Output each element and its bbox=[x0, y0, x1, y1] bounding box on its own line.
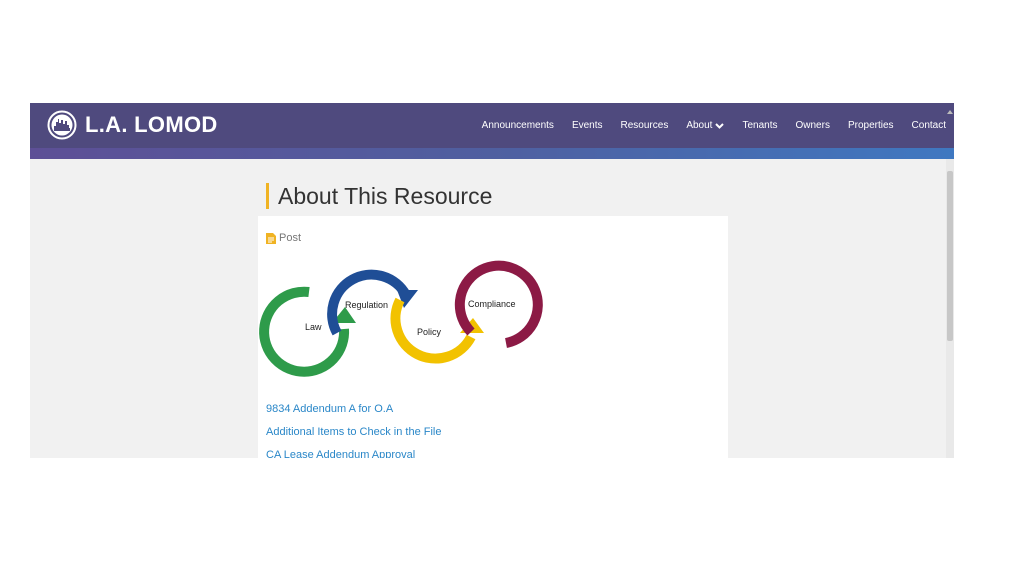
scroll-up-arrow-icon[interactable] bbox=[947, 108, 953, 116]
resource-link[interactable]: Additional Items to Check in the File bbox=[266, 424, 441, 447]
main-nav: Announcements Events Resources About Ten… bbox=[464, 103, 946, 148]
compliance-label: Compliance bbox=[468, 299, 516, 309]
resource-link[interactable]: CA Lease Addendum Approval bbox=[266, 447, 441, 458]
policy-label: Policy bbox=[417, 327, 442, 337]
site-logo[interactable]: L.A. LOMOD bbox=[47, 109, 218, 141]
page-title-text: About This Resource bbox=[278, 182, 493, 209]
nav-resources[interactable]: Resources bbox=[621, 120, 669, 131]
chevron-down-icon bbox=[715, 122, 725, 129]
document-icon bbox=[266, 232, 276, 244]
header-gradient-stripe bbox=[30, 148, 954, 159]
nav-events[interactable]: Events bbox=[572, 120, 603, 131]
law-label: Law bbox=[305, 322, 322, 332]
regulation-label: Regulation bbox=[345, 300, 388, 310]
nav-tenants[interactable]: Tenants bbox=[742, 120, 777, 131]
site-header: L.A. LOMOD Announcements Events Resource… bbox=[30, 103, 954, 148]
resource-link[interactable]: 9834 Addendum A for O.A bbox=[266, 401, 441, 424]
title-accent-bar bbox=[266, 183, 269, 209]
nav-about[interactable]: About bbox=[686, 120, 725, 131]
nav-properties[interactable]: Properties bbox=[848, 120, 894, 131]
post-type-label: Post bbox=[279, 232, 302, 244]
nav-announcements[interactable]: Announcements bbox=[482, 120, 554, 131]
post-type-tag: Post bbox=[266, 232, 301, 244]
browser-viewport: L.A. LOMOD Announcements Events Resource… bbox=[30, 103, 954, 458]
resource-links: 9834 Addendum A for O.A Additional Items… bbox=[266, 401, 441, 458]
resource-card: Post Law Regulation Policy Compliance 98… bbox=[258, 216, 728, 458]
city-skyline-icon bbox=[47, 110, 77, 140]
nav-owners[interactable]: Owners bbox=[796, 120, 830, 131]
page-title: About This Resource bbox=[266, 183, 492, 209]
law-regulation-policy-compliance-diagram: Law Regulation Policy Compliance bbox=[259, 260, 543, 377]
nav-contact[interactable]: Contact bbox=[912, 120, 946, 131]
nav-about-label: About bbox=[686, 120, 713, 131]
brand-name: L.A. LOMOD bbox=[85, 112, 218, 137]
scrollbar-thumb[interactable] bbox=[947, 171, 953, 341]
